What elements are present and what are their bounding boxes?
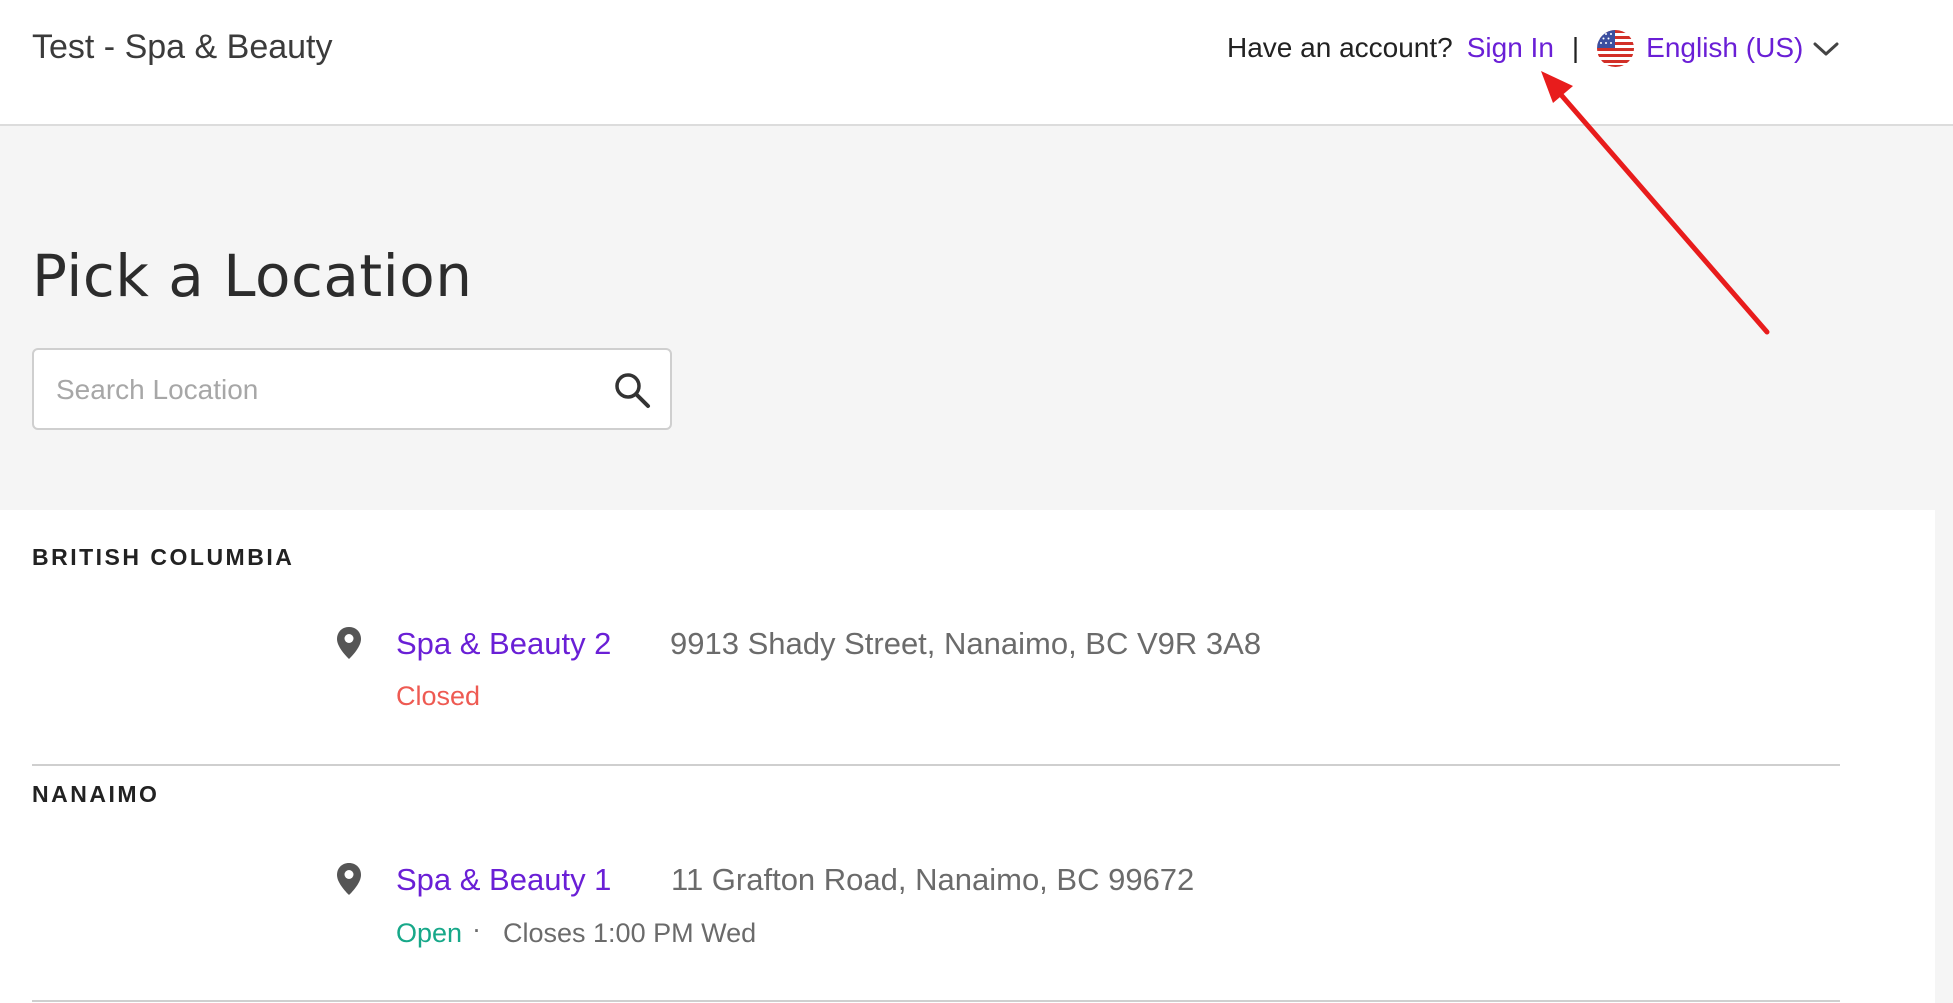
location-name-link[interactable]: Spa & Beauty 1 [396,862,611,898]
account-prompt: Have an account? [1227,32,1453,63]
status-open: Open [396,918,463,948]
region-heading: NANAIMO [32,781,160,807]
chevron-down-icon[interactable] [1813,32,1839,64]
top-header: Test - Spa & Beauty Have an account? Sig… [0,0,1953,126]
brand-name[interactable]: Test - Spa & Beauty [32,28,333,67]
page-edge-strip [1935,510,1953,1003]
closing-hours: Closes 1:00 PM Wed [503,918,757,948]
location-hero: Pick a Location [0,126,1953,510]
region-heading: BRITISH COLUMBIA [32,544,295,570]
location-name-link[interactable]: Spa & Beauty 2 [396,626,611,662]
us-flag-icon [1597,29,1635,67]
search-icon[interactable] [612,370,652,415]
location-list: BRITISH COLUMBIA Spa & Beauty 2 9913 Sha… [0,510,1935,1003]
divider [32,1000,1840,1002]
map-pin-icon [336,626,362,665]
language-selector[interactable]: English (US) [1646,32,1803,64]
location-address: 11 Grafton Road, Nanaimo, BC 99672 [671,862,1195,897]
page-title: Pick a Location [32,242,473,310]
search-box [32,348,672,430]
divider [32,764,1840,766]
account-area: Have an account? Sign In | English (US) [1227,28,1839,68]
sign-in-link[interactable]: Sign In [1467,32,1554,64]
location-address: 9913 Shady Street, Nanaimo, BC V9R 3A8 [670,626,1262,661]
header-separator: | [1571,32,1580,63]
map-pin-icon [336,862,362,901]
search-input[interactable] [54,350,598,430]
status-separator: · [472,914,481,944]
status-closed: Closed [396,681,481,711]
